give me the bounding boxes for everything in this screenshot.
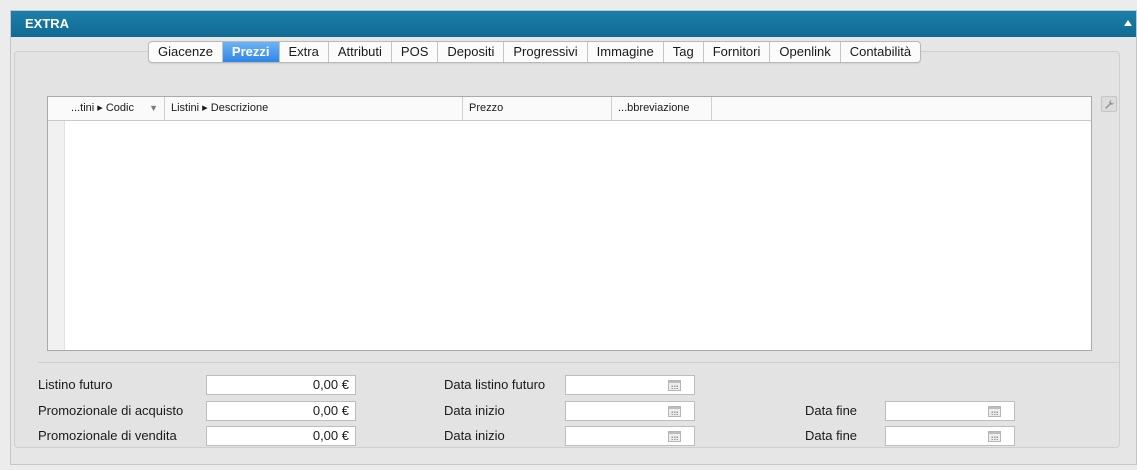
tab-giacenze[interactable]: Giacenze xyxy=(149,42,223,62)
data-listino-futuro-label: Data listino futuro xyxy=(444,377,546,392)
tab-prezzi[interactable]: Prezzi xyxy=(222,42,280,62)
sort-down-icon[interactable]: ▼ xyxy=(149,97,158,120)
data-fine-acquisto-label: Data fine xyxy=(805,403,858,418)
data-fine-vendita-label: Data fine xyxy=(805,428,858,443)
data-inizio-vendita-field[interactable] xyxy=(565,426,695,446)
calendar-icon[interactable] xyxy=(668,380,681,391)
calendar-icon[interactable] xyxy=(668,431,681,442)
promo-vendita-label: Promozionale di vendita xyxy=(38,428,177,443)
listino-futuro-label: Listino futuro xyxy=(38,377,113,392)
column-header-descrizione[interactable]: Listini ▸ Descrizione xyxy=(165,97,463,120)
column-header-abbreviazione[interactable]: ...bbreviazione xyxy=(612,97,712,120)
row-selector-column[interactable] xyxy=(48,121,65,350)
divider xyxy=(38,362,1119,363)
calendar-icon[interactable] xyxy=(988,406,1001,417)
column-header-codice[interactable]: ...tini ▸ Codic ▼ xyxy=(65,97,165,120)
promo-vendita-field[interactable]: 0,00 € xyxy=(206,426,356,446)
calendar-icon[interactable] xyxy=(988,431,1001,442)
tab-tag[interactable]: Tag xyxy=(664,42,704,62)
data-inizio-vendita-label: Data inizio xyxy=(444,428,505,443)
tab-progressivi[interactable]: Progressivi xyxy=(504,42,588,62)
tab-openlink[interactable]: Openlink xyxy=(770,42,841,62)
data-fine-vendita-field[interactable] xyxy=(885,426,1015,446)
column-header-prezzo[interactable]: Prezzo xyxy=(463,97,612,120)
wrench-icon[interactable] xyxy=(1101,96,1117,112)
tab-attributi[interactable]: Attributi xyxy=(329,42,392,62)
listino-futuro-field[interactable]: 0,00 € xyxy=(206,375,356,395)
price-list-grid[interactable]: ...tini ▸ Codic ▼ Listini ▸ Descrizione … xyxy=(47,96,1092,351)
tab-extra[interactable]: Extra xyxy=(280,42,329,62)
promo-acquisto-label: Promozionale di acquisto xyxy=(38,403,184,418)
tab-depositi[interactable]: Depositi xyxy=(438,42,505,62)
grid-header: ...tini ▸ Codic ▼ Listini ▸ Descrizione … xyxy=(48,97,1091,121)
data-fine-acquisto-field[interactable] xyxy=(885,401,1015,421)
data-inizio-acquisto-field[interactable] xyxy=(565,401,695,421)
panel-title: EXTRA xyxy=(25,16,70,31)
tab-immagine[interactable]: Immagine xyxy=(588,42,664,62)
tab-fornitori[interactable]: Fornitori xyxy=(704,42,771,62)
promo-acquisto-field[interactable]: 0,00 € xyxy=(206,401,356,421)
calendar-icon[interactable] xyxy=(668,406,681,417)
tab-pos[interactable]: POS xyxy=(392,42,439,62)
data-inizio-acquisto-label: Data inizio xyxy=(444,403,505,418)
tab-bar: Giacenze Prezzi Extra Attributi POS Depo… xyxy=(148,41,922,63)
data-listino-futuro-field[interactable] xyxy=(565,375,695,395)
tab-contabilita[interactable]: Contabilità xyxy=(841,42,920,62)
panel-titlebar[interactable]: EXTRA xyxy=(11,11,1136,37)
collapse-icon[interactable] xyxy=(1124,20,1132,26)
